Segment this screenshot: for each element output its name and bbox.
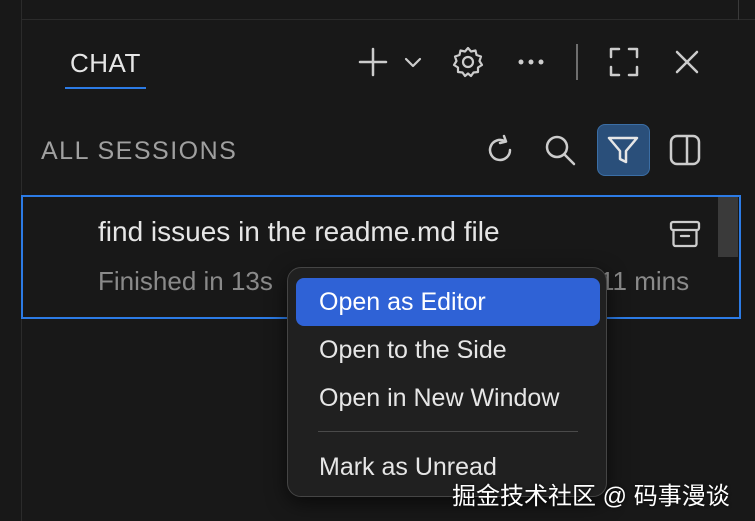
filter-icon[interactable] (604, 131, 642, 169)
close-icon[interactable] (669, 44, 705, 80)
menu-item-open-as-editor[interactable]: Open as Editor (296, 278, 600, 326)
activity-bar-edge (0, 0, 22, 521)
panel-divider (738, 0, 739, 20)
search-icon[interactable] (541, 131, 579, 169)
scrollbar-thumb[interactable] (718, 197, 738, 257)
more-icon[interactable] (513, 44, 549, 80)
maximize-icon[interactable] (605, 43, 643, 81)
session-title: find issues in the readme.md file (98, 216, 500, 247)
tab-chat[interactable]: CHAT (70, 48, 141, 79)
chevron-down-icon[interactable] (401, 50, 425, 74)
menu-item-open-to-side[interactable]: Open to the Side (296, 326, 600, 374)
plus-icon[interactable] (355, 44, 391, 80)
split-view-icon[interactable] (666, 131, 704, 169)
context-menu: Open as Editor Open to the Side Open in … (287, 267, 607, 497)
session-status: Finished in 13s (98, 266, 273, 296)
refresh-icon[interactable] (481, 131, 519, 169)
title-edge (22, 0, 755, 20)
tab-active-indicator (65, 87, 146, 89)
menu-separator (318, 431, 578, 432)
archive-icon[interactable] (666, 215, 704, 253)
gear-icon[interactable] (450, 44, 486, 80)
session-timestamp: 11 mins (600, 266, 690, 296)
header-separator (576, 44, 578, 80)
watermark: 掘金技术社区 @ 码事漫谈 (452, 483, 730, 510)
sessions-heading: ALL SESSIONS (41, 137, 238, 165)
menu-item-open-new-window[interactable]: Open in New Window (296, 374, 600, 422)
